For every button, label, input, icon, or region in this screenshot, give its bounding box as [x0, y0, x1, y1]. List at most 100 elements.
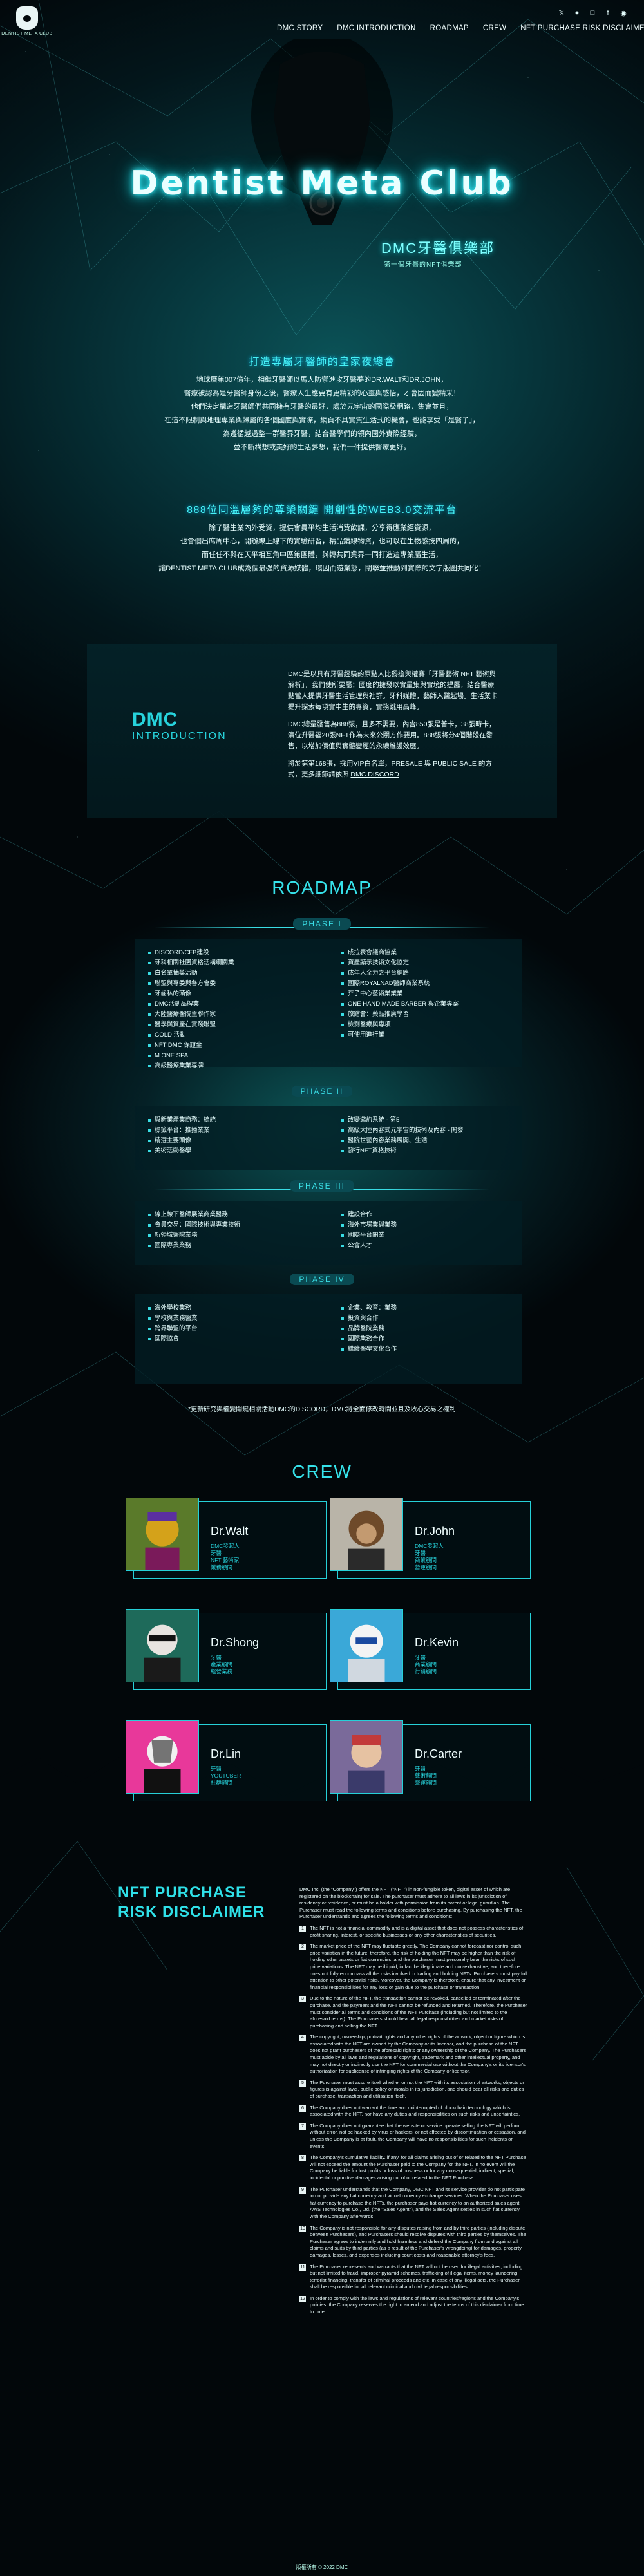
- crew-card-shong[interactable]: Dr.Shong 牙醫 產業顧問 經營業務: [126, 1609, 332, 1697]
- crew-role: 牙醫: [211, 1765, 222, 1772]
- dmc-introduction-section: DMC INTRODUCTION DMC是以具有牙醫經驗的原點人比獨擔與權賽「牙…: [87, 644, 557, 818]
- disclaimer-item-text: The Company does not warrant the time an…: [310, 2104, 520, 2118]
- checkbox-icon: 1: [299, 1925, 306, 1932]
- disclaimer-items: 1 The NFT is not a financial commodity an…: [299, 1925, 528, 2316]
- disclaimer-item: 2 The market price of the NFT may fluctua…: [299, 1943, 528, 1991]
- crew-card-carter[interactable]: Dr.Carter 牙醫 藝術顧問 營運顧問: [330, 1720, 536, 1808]
- phase-2-box: 與新業產業商務：統統 標籤平台：推播業業 精選主要頭像 美術活動醫學 改變邀約系統 -…: [135, 1106, 522, 1170]
- roadmap-item: 學校與業務醫業: [148, 1313, 316, 1324]
- disclaimer-title-line: RISK DISCLAIMER: [118, 1903, 265, 1921]
- story-line: 為遵循越過整一群醫界牙醫，結合醫學們的領內國外實際經驗，: [223, 430, 421, 438]
- platform-line: 讓DENTIST META CLUB成為個最強的資源媒體，環因而遊業態，閉聯並推…: [158, 565, 486, 572]
- discord-link[interactable]: DMC DISCORD: [350, 771, 399, 778]
- intro-paragraph: DMC總量發售為888張，且多不需要，內含850張是普卡，38張時卡，演位升醫福…: [288, 720, 496, 750]
- crew-role: 經營業務: [211, 1668, 233, 1675]
- hero-cn-subtitle: 第一個牙醫的NFT俱樂部: [384, 261, 462, 268]
- phase-1-label: PHASE I: [155, 918, 489, 936]
- crew-name: Dr.John: [415, 1525, 455, 1537]
- hero-cn-title: DMC牙醫俱樂部: [381, 240, 495, 256]
- disclaimer-body: DMC Inc. (the "Company") offers the NFT …: [299, 1886, 528, 2320]
- crew-card-walt[interactable]: Dr.Walt DMC發起人 牙醫 NFT 藝術家 業務顧問: [126, 1498, 332, 1585]
- crew-roles: 牙醫 產業顧問 經營業務: [211, 1654, 232, 1675]
- roadmap-item: DISCORD/CFB建設: [148, 948, 316, 958]
- roadmap-item: 醫學與資產在實踐聯盟: [148, 1020, 316, 1030]
- main-menu: DMC STORY DMC INTRODUCTION ROADMAP CREW …: [277, 24, 644, 32]
- crew-role: 牙醫: [415, 1550, 426, 1556]
- phase-1-box: DISCORD/CFB建設 牙科相關社團資格活構網關業 白名單抽獎活動 聯盟與專委與各…: [135, 939, 522, 1069]
- platform-text: 除了醫生業內外受資，提供會員平均生活消費飲課，分享得應業經資源， 也會個出席周中…: [0, 522, 644, 576]
- hero-title: Dentist Meta Club: [130, 164, 514, 203]
- roadmap-item: 國際協會: [148, 1334, 316, 1344]
- roadmap-item: 精選主要頭像: [148, 1136, 316, 1146]
- menu-item-dmc-introduction[interactable]: DMC INTRODUCTION: [337, 24, 415, 32]
- phase-2-left-list: 與新業產業商務：統統 標籤平台：推播業業 精選主要頭像 美術活動醫學: [148, 1115, 316, 1156]
- crew-role: NFT 藝術家: [211, 1557, 240, 1563]
- checkbox-icon: 2: [299, 1944, 306, 1951]
- phase-4-box: 海外學校業務 學校與業務醫業 跨界聯盟的平台 國際協會 企業、教育：業務 投資與合作 品牌…: [135, 1294, 522, 1384]
- phase-1-left-list: DISCORD/CFB建設 牙科相關社團資格活構網關業 白名單抽獎活動 聯盟與專委與各…: [148, 948, 316, 1071]
- disclaimer-item-text: The Purchaser represents and warrants th…: [310, 2263, 523, 2290]
- disclaimer-item-text: The copyright, ownership, portrait right…: [310, 2034, 527, 2074]
- roadmap-item: 企業、教育：業務: [341, 1303, 509, 1313]
- intro-heading-line2: INTRODUCTION: [132, 731, 227, 742]
- roadmap-item: 成拉表會議商協業: [341, 948, 509, 958]
- disclaimer-item: 10 The Company is not responsible for any…: [299, 2225, 528, 2259]
- story-line: 在這不限制與地理專業與歸屬的各個國度與實際，網頁不具實質生活式的機會，也能享受「…: [164, 417, 480, 424]
- crew-card-john[interactable]: Dr.John DMC發起人 牙醫 商業顧問 營運顧問: [330, 1498, 536, 1585]
- phase-1-right-list: 成拉表會議商協業 資產顯示技術文化協定 成年人全力之平台網路 國際ROYALNAD醫師…: [341, 948, 509, 1040]
- disclaimer-item-text: The market price of the NFT may fluctuat…: [310, 1943, 527, 1990]
- roadmap-item: 白名單抽獎活動: [148, 968, 316, 979]
- crew-role: 牙醫: [211, 1654, 222, 1660]
- intro-paragraph: DMC是以具有牙醫經驗的原點人比獨擔與權賽「牙醫藝術 NFT 藝術與解析」，我們…: [288, 670, 498, 711]
- crew-role: 營運顧問: [415, 1564, 437, 1570]
- roadmap-item: 國際平台開業: [341, 1230, 509, 1241]
- disclaimer-item-text: The NFT is not a financial commodity and…: [310, 1924, 524, 1938]
- intro-paragraph: 將於第第168張，採用VIP白名單，PRESALE 與 PUBLIC SALE …: [288, 758, 500, 780]
- phase-3-left-list: 線上線下醫師展業商業醫務 會員交易：國際技術與專業技術 新領域醫院業務 國際專業業務: [148, 1210, 316, 1251]
- checkbox-icon: 3: [299, 1996, 306, 2003]
- copyright: 版權所有 © 2022 DMC: [296, 2564, 348, 2570]
- menu-item-crew[interactable]: CREW: [483, 24, 506, 32]
- disclaimer-item: 5 The Purchaser must assure itself whethe…: [299, 2080, 528, 2100]
- roadmap-item: 公會人才: [341, 1241, 509, 1251]
- avatar-lin: [126, 1720, 199, 1794]
- facebook-icon[interactable]: f: [604, 9, 612, 17]
- menu-item-disclaimer[interactable]: NFT PURCHASE RISK DISCLAIMER: [520, 24, 644, 32]
- menu-item-roadmap[interactable]: ROADMAP: [430, 24, 469, 32]
- disclaimer-item: 8 The Company's cumulative liability, if …: [299, 2154, 528, 2181]
- logo-text: DENTIST META CLUB: [1, 32, 53, 36]
- roadmap-item: 跨界聯盟的平台: [148, 1324, 316, 1334]
- twitter-icon[interactable]: 𝕏: [558, 9, 565, 17]
- roadmap-item: 品牌醫院業務: [341, 1324, 509, 1334]
- roadmap-item: 牙齒私的頭像: [148, 989, 316, 999]
- platform-line: 也會個出席周中心，開辦線上線下的實驗研習，精品鑽線物資，也可以在生物感技四周的，: [180, 538, 464, 545]
- instagram-icon[interactable]: □: [589, 9, 596, 17]
- roadmap-item: 國際專業業務: [148, 1241, 316, 1251]
- intro-heading: DMC INTRODUCTION: [132, 709, 227, 742]
- social-links: 𝕏 ● □ f ◉: [558, 9, 627, 17]
- roadmap-item: 標籤平台：推播業業: [148, 1125, 316, 1136]
- crew-role: 營運顧問: [415, 1780, 437, 1786]
- discord-icon[interactable]: ●: [573, 9, 581, 17]
- roadmap-item: 檢測醫療與專項: [341, 1020, 509, 1030]
- crew-card-kevin[interactable]: Dr.Kevin 牙醫 商業顧問 行銷顧問: [330, 1609, 536, 1697]
- story-line: 地球曆第007億年，相繼牙醫師以馬人防禦進攻牙醫夢的DR.WALT和DR.JOH…: [196, 376, 448, 384]
- checkbox-icon: 10: [299, 2225, 306, 2232]
- roadmap-item: 成年人全力之平台網路: [341, 968, 509, 979]
- opensea-icon[interactable]: ◉: [620, 9, 627, 17]
- disclaimer-item: 4 The copyright, ownership, portrait righ…: [299, 2034, 528, 2075]
- intro-text: DMC是以具有牙醫經驗的原點人比獨擔與權賽「牙醫藝術 NFT 藝術與解析」，我們…: [288, 669, 500, 787]
- top-nav: DENTIST META CLUB DMC STORY DMC INTRODUC…: [0, 0, 644, 58]
- crew-role: 牙醫: [415, 1654, 426, 1660]
- disclaimer-item: 12 In order to comply with the laws and r…: [299, 2295, 528, 2316]
- disclaimer-item: 1 The NFT is not a financial commodity an…: [299, 1925, 528, 1939]
- crew-role: 牙醫: [415, 1765, 426, 1772]
- crew-role: YOUTUBER: [211, 1772, 242, 1779]
- phase-label-text: PHASE III: [289, 1180, 355, 1192]
- disclaimer-item: 11 The Purchaser represents and warrants …: [299, 2264, 528, 2291]
- menu-item-dmc-story[interactable]: DMC STORY: [277, 24, 323, 32]
- crew-card-lin[interactable]: Dr.Lin 牙醫 YOUTUBER 社群顧問: [126, 1720, 332, 1808]
- logo[interactable]: DENTIST META CLUB: [1, 6, 52, 42]
- checkbox-icon: 11: [299, 2264, 306, 2271]
- roadmap-title: ROADMAP: [272, 878, 372, 898]
